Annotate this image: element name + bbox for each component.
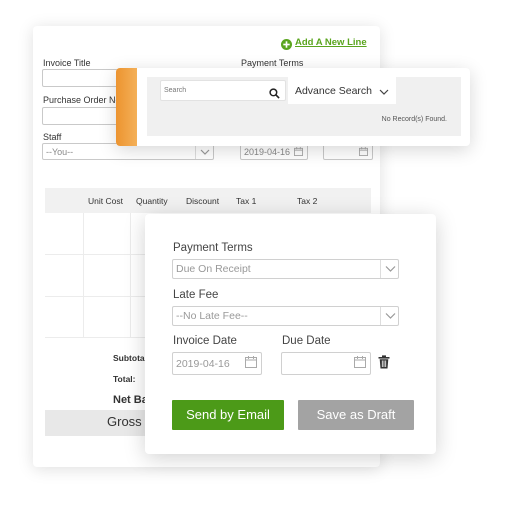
- send-by-email-button[interactable]: Send by Email: [172, 400, 284, 430]
- chevron-down-icon: [200, 149, 210, 155]
- payment-terms-select[interactable]: Due On Receipt: [172, 259, 399, 279]
- net-balance-label: Net Ba: [113, 394, 148, 406]
- invoice-date-value: 2019-04-16: [176, 357, 230, 370]
- advanced-search-label: Advance Search: [294, 84, 373, 97]
- search-icon[interactable]: [269, 86, 280, 104]
- late-fee-value: --No Late Fee--: [176, 310, 248, 322]
- gross-label: Gross: [107, 414, 142, 429]
- chevron-down-icon: [379, 82, 389, 100]
- column-header: Unit Cost: [88, 196, 123, 206]
- search-input-placeholder: Search: [164, 87, 187, 94]
- column-header: Tax 1: [236, 196, 257, 206]
- plus-circle-icon: [281, 37, 292, 50]
- invoice-date-input[interactable]: 2019-04-16: [172, 352, 262, 375]
- column-header: Tax 2: [297, 196, 318, 206]
- column-divider: [130, 213, 131, 338]
- late-fee-label: Late Fee: [173, 289, 219, 301]
- column-divider: [83, 213, 84, 338]
- late-fee-dropdown-toggle[interactable]: [380, 307, 398, 325]
- search-panel: Search Advance Search No Record(s) Found…: [116, 68, 470, 146]
- invoice-date-value-back: 2019-04-16: [244, 146, 291, 157]
- staff-label: Staff: [43, 132, 62, 142]
- add-new-line-link[interactable]: Add A New Line: [281, 35, 367, 50]
- late-fee-select[interactable]: --No Late Fee--: [172, 306, 399, 326]
- payment-terms-dropdown-toggle[interactable]: [380, 260, 398, 278]
- no-records-message: No Record(s) Found.: [381, 116, 447, 123]
- payment-terms-label-back: Payment Terms: [241, 58, 304, 68]
- save-as-draft-button[interactable]: Save as Draft: [298, 400, 414, 430]
- calendar-icon[interactable]: [354, 355, 366, 373]
- table-header: Unit Cost Quantity Discount Tax 1 Tax 2: [45, 188, 371, 213]
- chevron-down-icon: [385, 313, 396, 319]
- column-header: Discount: [186, 196, 220, 206]
- payment-terms-value: Due On Receipt: [176, 263, 251, 275]
- invoice-date-label: Invoice Date: [173, 335, 237, 347]
- payment-settings-panel: Payment Terms Due On Receipt Late Fee --…: [145, 214, 436, 454]
- purchase-order-label: Purchase Order No: [43, 95, 121, 105]
- payment-terms-label: Payment Terms: [173, 242, 253, 254]
- total-label: Total:: [113, 374, 136, 384]
- chevron-down-icon: [385, 266, 396, 272]
- due-date-input[interactable]: [281, 352, 371, 375]
- subtotal-label: Subtota: [113, 353, 145, 363]
- add-new-line-label: Add A New Line: [295, 36, 367, 48]
- due-date-label: Due Date: [282, 335, 331, 347]
- trash-icon[interactable]: [378, 355, 390, 374]
- search-input[interactable]: Search: [160, 80, 286, 101]
- orange-side-tab: [116, 68, 137, 146]
- invoice-title-label: Invoice Title: [43, 58, 91, 68]
- column-header: Quantity: [136, 196, 168, 206]
- results-area: No Record(s) Found.: [147, 104, 461, 136]
- staff-select-value: --You--: [46, 146, 74, 157]
- calendar-icon[interactable]: [245, 355, 257, 373]
- advanced-search-button[interactable]: Advance Search: [288, 77, 396, 104]
- staff-dropdown-toggle[interactable]: [195, 144, 213, 159]
